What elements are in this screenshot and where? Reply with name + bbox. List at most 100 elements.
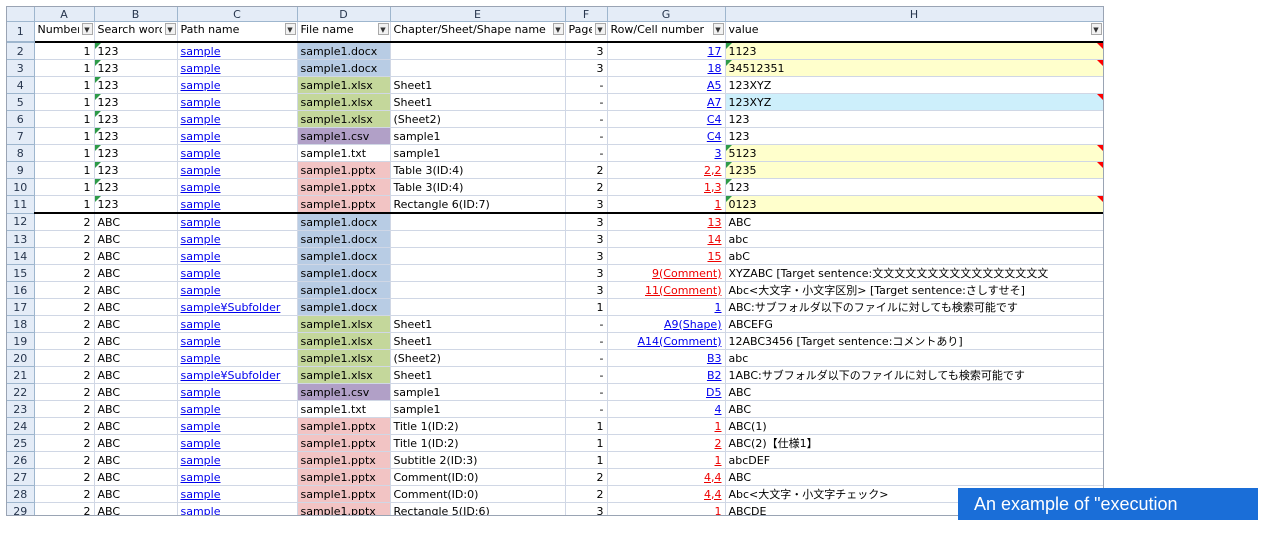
cell-page[interactable]: 2 xyxy=(565,178,608,196)
cell-page[interactable]: - xyxy=(565,383,608,401)
cell-page[interactable]: - xyxy=(565,400,608,418)
cell-value[interactable]: 123XYZ xyxy=(725,93,1103,111)
cell-file-name[interactable]: sample1.pptx xyxy=(297,485,391,503)
cell-row-cell[interactable]: 1 xyxy=(607,502,726,516)
cell-value[interactable]: 123 xyxy=(725,127,1103,145)
column-header-e[interactable]: E xyxy=(390,7,566,22)
path-link[interactable]: sample xyxy=(181,284,221,297)
cell-chapter[interactable]: sample1 xyxy=(390,400,566,418)
cell-chapter[interactable]: Subtitle 2(ID:3) xyxy=(390,451,566,469)
cell-value[interactable]: 1235 xyxy=(725,161,1103,179)
cell-page[interactable]: - xyxy=(565,127,608,145)
cell-row-cell[interactable]: 3 xyxy=(607,144,726,162)
cell-path-link[interactable]: sample xyxy=(177,42,298,60)
filter-dropdown-icon[interactable]: ▼ xyxy=(164,23,176,35)
cell-number[interactable]: 2 xyxy=(34,298,95,316)
path-link[interactable]: sample xyxy=(181,318,221,331)
column-header-a[interactable]: A xyxy=(34,7,95,22)
cell-number[interactable]: 1 xyxy=(34,59,95,77)
cell-value[interactable]: 123 xyxy=(725,110,1103,128)
cell-value[interactable]: abc xyxy=(725,349,1103,367)
cell-page[interactable]: 1 xyxy=(565,451,608,469)
cell-number[interactable]: 2 xyxy=(34,366,95,384)
cell-search-word[interactable]: 123 xyxy=(94,59,178,77)
row-header[interactable]: 12 xyxy=(7,212,35,231)
cell-page[interactable]: 1 xyxy=(565,417,608,435)
row-header[interactable]: 21 xyxy=(7,366,35,384)
cell-file-name[interactable]: sample1.pptx xyxy=(297,161,391,179)
row-header[interactable]: 9 xyxy=(7,161,35,179)
cell-row-cell[interactable]: D5 xyxy=(607,383,726,401)
cell-search-word[interactable]: ABC xyxy=(94,366,178,384)
cell-path-link[interactable]: sample xyxy=(177,161,298,179)
cell-chapter[interactable]: Sheet1 xyxy=(390,76,566,94)
cell-value[interactable]: ABC(2)【仕様1】 xyxy=(725,434,1103,452)
cell-number[interactable]: 2 xyxy=(34,502,95,515)
cell-row-cell[interactable]: C4 xyxy=(607,127,726,145)
cell-number[interactable]: 1 xyxy=(34,127,95,145)
cell-path-link[interactable]: sample xyxy=(177,195,298,214)
cell-page[interactable]: - xyxy=(565,315,608,333)
cell-value[interactable]: 1123 xyxy=(725,42,1103,60)
path-link[interactable]: sample xyxy=(181,386,221,399)
row-cell-link[interactable]: 1 xyxy=(715,198,722,211)
cell-value[interactable]: XYZABC [Target sentence:文文文文文文文文文文文文文文文文 xyxy=(725,264,1103,282)
cell-path-link[interactable]: sample xyxy=(177,76,298,94)
cell-row-cell[interactable]: 4,4 xyxy=(607,485,726,503)
cell-chapter[interactable] xyxy=(390,281,566,299)
row-header[interactable]: 13 xyxy=(7,230,35,248)
filter-dropdown-icon[interactable]: ▼ xyxy=(594,23,606,35)
cell-page[interactable]: - xyxy=(565,93,608,111)
cell-chapter[interactable]: sample1 xyxy=(390,127,566,145)
header-path-name[interactable]: Path name ▼ xyxy=(177,21,298,43)
cell-chapter[interactable]: Sheet1 xyxy=(390,315,566,333)
cell-row-cell[interactable]: 1 xyxy=(607,298,726,316)
filter-dropdown-icon[interactable]: ▼ xyxy=(712,23,724,35)
cell-path-link[interactable]: sample xyxy=(177,230,298,248)
cell-file-name[interactable]: sample1.docx xyxy=(297,42,391,60)
cell-chapter[interactable] xyxy=(390,264,566,282)
cell-search-word[interactable]: ABC xyxy=(94,502,178,515)
cell-file-name[interactable]: sample1.pptx xyxy=(297,468,391,486)
header-value[interactable]: value ▼ xyxy=(725,21,1103,43)
header-row-cell[interactable]: Row/Cell number ▼ xyxy=(607,21,726,43)
cell-row-cell[interactable]: B2 xyxy=(607,366,726,384)
column-header-g[interactable]: G xyxy=(607,7,726,22)
cell-search-word[interactable]: ABC xyxy=(94,434,178,452)
cell-value[interactable]: ABC:サブフォルダ以下のファイルに対しても検索可能です xyxy=(725,298,1103,316)
select-all-corner[interactable] xyxy=(7,7,35,22)
cell-chapter[interactable]: Comment(ID:0) xyxy=(390,485,566,503)
row-cell-link[interactable]: B3 xyxy=(707,352,722,365)
cell-row-cell[interactable]: C4 xyxy=(607,110,726,128)
row-header[interactable]: 29 xyxy=(7,502,35,515)
path-link[interactable]: sample xyxy=(181,198,221,211)
row-header[interactable]: 27 xyxy=(7,468,35,486)
cell-file-name[interactable]: sample1.pptx xyxy=(297,502,391,515)
cell-search-word[interactable]: ABC xyxy=(94,298,178,316)
cell-row-cell[interactable]: A9(Shape) xyxy=(607,315,726,333)
cell-file-name[interactable]: sample1.xlsx xyxy=(297,93,391,111)
cell-number[interactable]: 2 xyxy=(34,383,95,401)
cell-chapter[interactable]: Table 3(ID:4) xyxy=(390,178,566,196)
path-link[interactable]: sample xyxy=(181,437,221,450)
row-cell-link[interactable]: 1 xyxy=(715,505,722,516)
cell-search-word[interactable]: ABC xyxy=(94,485,178,503)
row-header[interactable]: 8 xyxy=(7,144,35,162)
cell-file-name[interactable]: sample1.pptx xyxy=(297,451,391,469)
cell-chapter[interactable] xyxy=(390,298,566,316)
cell-search-word[interactable]: 123 xyxy=(94,195,178,214)
cell-path-link[interactable]: sample xyxy=(177,315,298,333)
row-cell-link[interactable]: 1,3 xyxy=(704,181,722,194)
path-link[interactable]: sample xyxy=(181,130,221,143)
cell-row-cell[interactable]: 17 xyxy=(607,42,726,60)
row-cell-link[interactable]: D5 xyxy=(706,386,721,399)
row-header[interactable]: 10 xyxy=(7,178,35,196)
cell-number[interactable]: 2 xyxy=(34,315,95,333)
row-header[interactable]: 14 xyxy=(7,247,35,265)
cell-number[interactable]: 1 xyxy=(34,195,95,214)
path-link[interactable]: sample xyxy=(181,352,221,365)
cell-chapter[interactable]: sample1 xyxy=(390,144,566,162)
cell-chapter[interactable] xyxy=(390,247,566,265)
filter-dropdown-icon[interactable]: ▼ xyxy=(552,23,564,35)
cell-chapter[interactable]: Comment(ID:0) xyxy=(390,468,566,486)
